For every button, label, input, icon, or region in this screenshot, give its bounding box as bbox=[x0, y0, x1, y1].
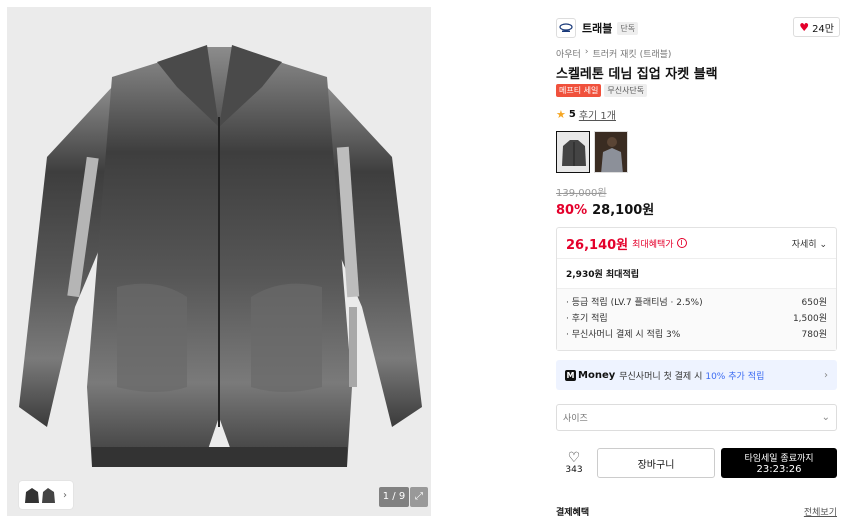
purchase-actions: ♡ 343 장바구니 타임세일 종료까지 23:23:26 bbox=[556, 448, 837, 478]
product-title: 스켈레톤 데님 집업 자켓 블랙 bbox=[556, 67, 718, 82]
like-count: 24만 bbox=[812, 23, 834, 35]
expand-icon[interactable]: ⤢ bbox=[410, 487, 428, 507]
exclusive-tag: 무신사단독 bbox=[604, 84, 648, 97]
original-price: 139,000원 bbox=[556, 188, 607, 199]
product-detail-panel: 트래블 단독 ♥ 24만 아우터 › 트러커 재킷 (트래블) 스켈레톤 데님 … bbox=[546, 8, 844, 524]
info-icon[interactable]: i bbox=[676, 238, 687, 248]
buy-button[interactable]: 타임세일 종료까지 23:23:26 bbox=[721, 448, 837, 478]
heart-outline-icon: ♡ bbox=[567, 450, 581, 466]
points-total: 2,930원 최대적립 bbox=[557, 259, 836, 289]
star-icon: ★ bbox=[556, 108, 566, 121]
points-amount: 780원 bbox=[801, 330, 827, 340]
product-main-image bbox=[19, 45, 422, 467]
reviews-link[interactable]: 후기 1개 bbox=[579, 107, 616, 122]
wishlist-button[interactable]: ♡ 343 bbox=[556, 451, 592, 475]
heart-icon: ♥ bbox=[799, 20, 810, 34]
payment-benefits-row: 결제혜택 전체보기 bbox=[556, 505, 837, 518]
thumbnail-toggle[interactable]: › bbox=[19, 481, 73, 509]
points-breakdown: · 등급 적립 (LV.7 플래티넘 · 2.5%) 650원 · 후기 적립 … bbox=[557, 289, 836, 350]
brand-like-button[interactable]: ♥ 24만 bbox=[793, 17, 840, 37]
payment-title: 결제혜택 bbox=[556, 508, 590, 518]
variant-list bbox=[556, 131, 628, 173]
variant-thumbnail[interactable] bbox=[556, 131, 590, 173]
chevron-down-icon: ⌄ bbox=[821, 412, 830, 423]
add-to-cart-button[interactable]: 장바구니 bbox=[597, 448, 715, 478]
breadcrumb-item[interactable]: 아우터 bbox=[556, 47, 581, 60]
points-label: · 무신사머니 결제 시 적립 3% bbox=[566, 330, 681, 340]
points-row: · 후기 적립 1,500원 bbox=[566, 311, 827, 327]
brand-row: 트래블 단독 ♥ 24만 bbox=[556, 16, 840, 40]
money-text: 무신사머니 첫 결제 시 bbox=[619, 371, 703, 382]
sale-timer: 23:23:26 bbox=[756, 464, 802, 475]
wishlist-count: 343 bbox=[565, 465, 583, 475]
breadcrumb: 아우터 › 트러커 재킷 (트래블) bbox=[556, 47, 671, 60]
price-row: 80% 28,100원 bbox=[556, 199, 654, 218]
points-label: · 등급 적립 (LV.7 플래티넘 · 2.5%) bbox=[566, 298, 703, 308]
benefit-detail-toggle[interactable]: 자세히 ⌄ bbox=[792, 237, 827, 250]
size-placeholder: 사이즈 bbox=[563, 414, 588, 424]
money-icon: M bbox=[565, 369, 576, 381]
chevron-down-icon: ⌄ bbox=[819, 239, 827, 250]
discount-rate: 80% bbox=[556, 203, 588, 218]
product-image-gallery[interactable]: › 1 / 9 ⤢ bbox=[7, 7, 431, 516]
points-amount: 1,500원 bbox=[792, 314, 827, 324]
money-logo: M Money bbox=[565, 369, 616, 381]
points-amount: 650원 bbox=[801, 298, 827, 308]
points-label: · 후기 적립 bbox=[566, 314, 608, 324]
benefit-box: 26,140원 최대혜택가 i 자세히 ⌄ 2,930원 최대적립 · 등급 적… bbox=[556, 227, 837, 351]
money-tail: 적립 bbox=[747, 371, 765, 382]
chevron-right-icon: › bbox=[63, 489, 67, 501]
money-logo-text: Money bbox=[578, 369, 616, 381]
max-benefit-price: 26,140원 bbox=[566, 237, 629, 253]
brand-logo-icon[interactable] bbox=[556, 18, 576, 38]
rating: ★ 5 후기 1개 bbox=[556, 107, 616, 122]
product-tags: 메프티 세일 무신사단독 bbox=[556, 84, 648, 97]
sale-tag: 메프티 세일 bbox=[556, 84, 602, 97]
money-highlight: 10% 추가 bbox=[705, 371, 745, 382]
brand-badge: 단독 bbox=[617, 21, 639, 35]
max-benefit-label: 최대혜택가 bbox=[632, 239, 674, 250]
view-all-link[interactable]: 전체보기 bbox=[804, 505, 837, 518]
buy-label: 타임세일 종료까지 bbox=[744, 454, 814, 464]
points-row: · 무신사머니 결제 시 적립 3% 780원 bbox=[566, 327, 827, 343]
jacket-thumbnail-icon bbox=[25, 488, 55, 503]
chevron-right-icon: › bbox=[824, 369, 828, 381]
image-counter: 1 / 9 bbox=[379, 487, 409, 507]
brand-name[interactable]: 트래블 bbox=[582, 20, 612, 36]
detail-label: 자세히 bbox=[791, 239, 817, 250]
size-select[interactable]: 사이즈 ⌄ bbox=[556, 404, 837, 431]
points-row: · 등급 적립 (LV.7 플래티넘 · 2.5%) 650원 bbox=[566, 295, 827, 311]
sale-price: 28,100원 bbox=[592, 203, 655, 218]
max-benefit-row: 26,140원 최대혜택가 i 자세히 ⌄ bbox=[557, 228, 836, 259]
rating-score: 5 bbox=[568, 109, 576, 120]
breadcrumb-item[interactable]: 트러커 재킷 (트래블) bbox=[592, 47, 671, 60]
money-promo-banner[interactable]: M Money 무신사머니 첫 결제 시 10% 추가 적립 › bbox=[556, 360, 837, 390]
variant-thumbnail[interactable] bbox=[594, 131, 628, 173]
chevron-right-icon: › bbox=[584, 47, 589, 57]
